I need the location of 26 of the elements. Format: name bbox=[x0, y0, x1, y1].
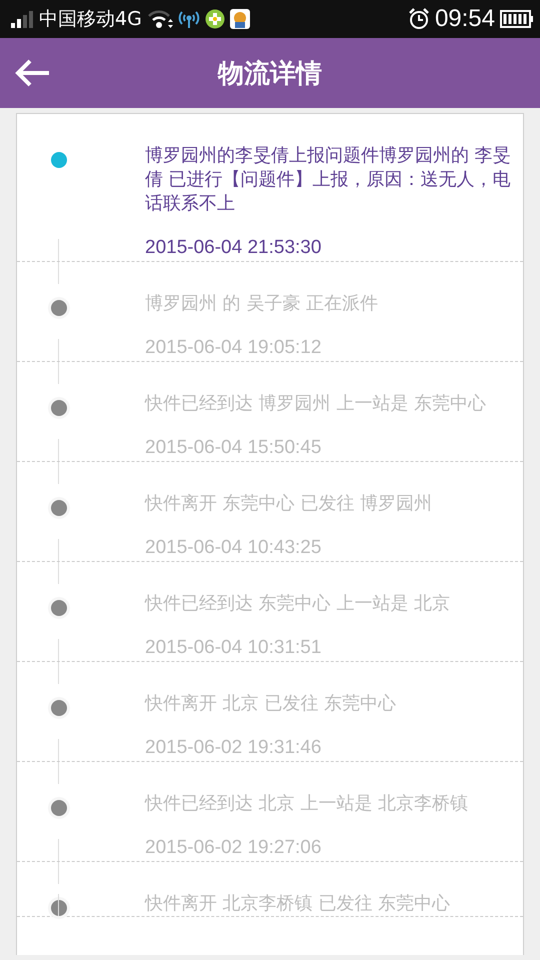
event-time: 2015-06-04 19:05:12 bbox=[145, 336, 322, 360]
wifi-icon bbox=[146, 9, 173, 29]
event-description: 博罗园州 的 吴子豪 正在派件 bbox=[145, 292, 380, 316]
event-time: 2015-06-04 10:31:51 bbox=[145, 636, 322, 660]
event-description: 博罗园州的李旻倩上报问题件博罗园州的 李旻倩 已进行【问题件】上报，原因：送无人，电话联系不上 bbox=[145, 144, 512, 216]
event-description: 快件已经到达 博罗园州 上一站是 东莞中心 bbox=[145, 392, 488, 416]
event-time: 2015-06-04 15:50:45 bbox=[145, 436, 322, 460]
page-title: 物流详情 bbox=[218, 58, 322, 90]
carrier-name: 中国移动4G bbox=[39, 7, 142, 32]
event-time: 2015-06-04 10:43:25 bbox=[145, 536, 322, 560]
app-icon bbox=[230, 9, 250, 29]
event-time: 2015-06-02 19:31:46 bbox=[145, 736, 322, 760]
event-description: 快件已经到达 东莞中心 上一站是 北京 bbox=[145, 592, 452, 616]
clock-time: 09:54 bbox=[434, 5, 495, 33]
event-description: 快件已经到达 北京 上一站是 北京李桥镇 bbox=[145, 792, 470, 816]
battery-icon bbox=[500, 10, 534, 28]
event-description: 快件离开 东莞中心 已发往 博罗园州 bbox=[145, 492, 434, 516]
event-description: 快件离开 北京 已发往 东莞中心 bbox=[145, 692, 398, 716]
alarm-icon bbox=[408, 8, 430, 30]
event-time: 2015-06-04 21:53:30 bbox=[145, 236, 322, 260]
antenna-icon bbox=[178, 9, 200, 29]
event-time: 2015-06-02 19:27:06 bbox=[145, 836, 322, 860]
plus-icon bbox=[204, 9, 225, 29]
event-description: 快件离开 北京李桥镇 已发往 东莞中心 bbox=[145, 892, 452, 916]
signal-icon bbox=[10, 10, 34, 28]
back-arrow-icon[interactable] bbox=[15, 59, 51, 87]
